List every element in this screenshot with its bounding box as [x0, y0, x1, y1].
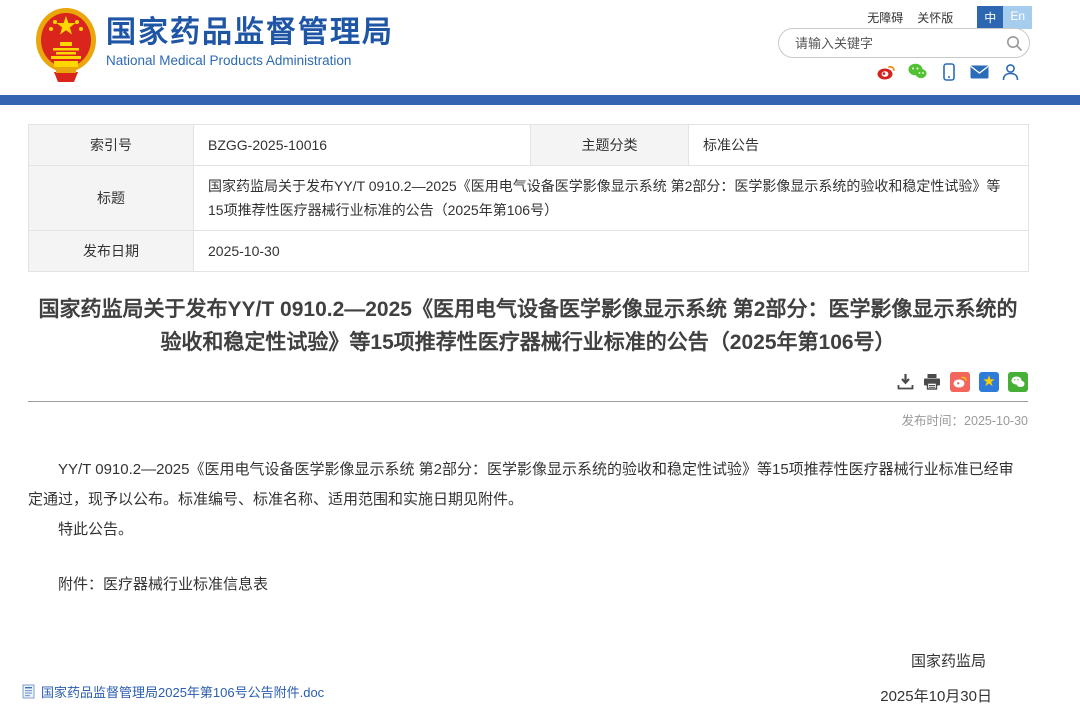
care-version-link[interactable]: 关怀版 [917, 9, 953, 26]
share-qzone-icon: ★ [979, 372, 999, 392]
share-weibo-icon [950, 372, 970, 392]
site-header: 国家药品监督管理局 National Medical Products Admi… [0, 0, 1080, 95]
user-icon[interactable] [1001, 62, 1020, 81]
doc-title-label: 标题 [29, 166, 194, 231]
document-info-table: 索引号 BZGG-2025-10016 主题分类 标准公告 标题 国家药监局关于… [28, 124, 1029, 272]
publish-time: 发布时间：2025-10-30 [28, 410, 1028, 429]
share-wechat-button[interactable] [1008, 372, 1028, 392]
body-paragraph: 特此公告。 [28, 515, 1028, 545]
lang-zh-button[interactable]: 中 [977, 6, 1003, 29]
article-body: YY/T 0910.2—2025《医用电气设备医学影像显示系统 第2部分：医学影… [28, 455, 1028, 545]
table-row: 标题 国家药监局关于发布YY/T 0910.2—2025《医用电气设备医学影像显… [29, 166, 1029, 231]
site-subtitle: National Medical Products Administration [106, 53, 394, 68]
share-wechat-icon [1008, 372, 1028, 392]
title-divider [28, 401, 1028, 402]
attachment-reference: 附件：医疗器械行业标准信息表 [28, 573, 1028, 594]
attachment-doc-link[interactable]: 国家药品监督管理局2025年第106号公告附件.doc [41, 682, 324, 701]
search-input[interactable] [779, 36, 999, 51]
download-button[interactable] [897, 373, 914, 390]
share-weibo-button[interactable] [950, 372, 970, 392]
national-emblem-logo [34, 6, 98, 82]
print-icon [923, 373, 941, 390]
mail-icon[interactable] [970, 62, 989, 81]
doc-file-icon [22, 684, 37, 699]
language-toggle: 中 En [977, 6, 1032, 29]
index-number-value: BZGG-2025-10016 [194, 125, 531, 166]
share-qzone-button[interactable]: ★ [979, 372, 999, 392]
search-box [778, 28, 1030, 58]
print-button[interactable] [923, 373, 941, 390]
search-button[interactable] [999, 29, 1029, 57]
doc-title-value: 国家药监局关于发布YY/T 0910.2—2025《医用电气设备医学影像显示系统… [194, 166, 1029, 231]
brand-block: 国家药品监督管理局 National Medical Products Admi… [106, 16, 394, 68]
signature-agency: 国家药监局 [28, 650, 1028, 671]
lang-en-button[interactable]: En [1003, 6, 1032, 29]
main-content: 索引号 BZGG-2025-10016 主题分类 标准公告 标题 国家药监局关于… [28, 124, 1028, 706]
table-row: 索引号 BZGG-2025-10016 主题分类 标准公告 [29, 125, 1029, 166]
publish-date-label: 发布日期 [29, 231, 194, 272]
utility-links: 无障碍 关怀版 中 En [867, 6, 1032, 29]
wechat-icon[interactable] [908, 62, 927, 81]
topic-category-label: 主题分类 [531, 125, 689, 166]
table-row: 发布日期 2025-10-30 [29, 231, 1029, 272]
weibo-icon[interactable] [877, 62, 896, 81]
publish-date-value: 2025-10-30 [194, 231, 1029, 272]
index-number-label: 索引号 [29, 125, 194, 166]
accessibility-link[interactable]: 无障碍 [867, 9, 903, 26]
header-divider-bar [0, 95, 1080, 105]
header-social-icons [877, 62, 1020, 81]
mobile-icon[interactable] [939, 62, 958, 81]
attachment-download-row: 国家药品监督管理局2025年第106号公告附件.doc [22, 682, 324, 701]
download-icon [897, 373, 914, 390]
site-title: 国家药品监督管理局 [106, 16, 394, 50]
page-title: 国家药监局关于发布YY/T 0910.2—2025《医用电气设备医学影像显示系统… [28, 293, 1028, 359]
body-paragraph: YY/T 0910.2—2025《医用电气设备医学影像显示系统 第2部分：医学影… [28, 455, 1028, 515]
search-icon [1006, 35, 1023, 52]
topic-category-value: 标准公告 [689, 125, 1029, 166]
article-toolbar: ★ [28, 371, 1028, 392]
